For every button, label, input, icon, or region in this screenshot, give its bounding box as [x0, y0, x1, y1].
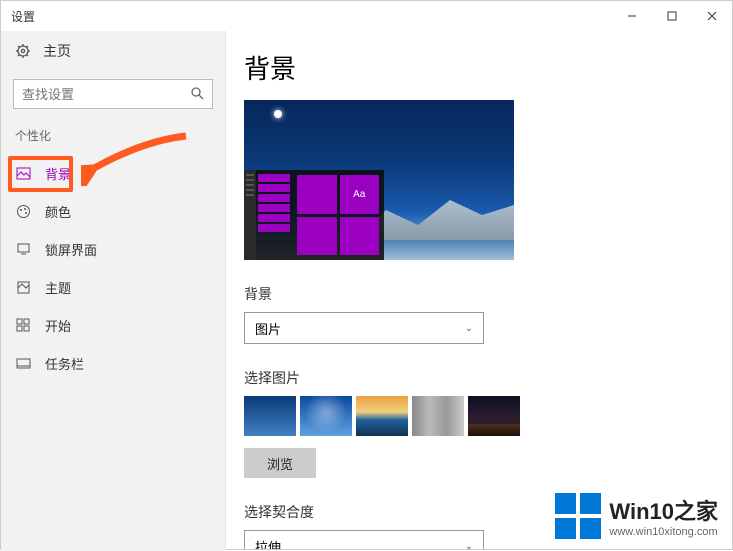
taskbar-icon — [15, 356, 31, 371]
sidebar-item-start[interactable]: 开始 — [1, 306, 225, 344]
picture-icon — [15, 166, 31, 181]
picture-thumb[interactable] — [300, 396, 352, 436]
sidebar-item-label: 锁屏界面 — [45, 240, 97, 259]
window-title: 设置 — [11, 8, 35, 25]
section-label: 个性化 — [1, 127, 225, 154]
fit-value: 拉伸 — [255, 537, 281, 550]
search-input[interactable] — [22, 87, 204, 102]
sidebar-item-background[interactable]: 背景 — [1, 154, 225, 192]
sidebar: 主页 个性化 背景 颜色 锁屏界面 主题 开始 任务栏 — [1, 31, 226, 551]
minimize-icon — [627, 11, 637, 21]
minimize-button[interactable] — [612, 1, 652, 31]
picture-thumb[interactable] — [468, 396, 520, 436]
sidebar-item-colors[interactable]: 颜色 — [1, 192, 225, 230]
sidebar-item-label: 颜色 — [45, 202, 71, 221]
gear-icon — [15, 43, 31, 59]
sidebar-item-label: 任务栏 — [45, 354, 84, 373]
lockscreen-icon — [15, 242, 31, 257]
fit-dropdown[interactable]: 拉伸 ⌄ — [244, 530, 484, 549]
sidebar-item-label: 开始 — [45, 316, 71, 335]
close-icon — [707, 11, 717, 21]
background-preview: Aa — [244, 100, 514, 260]
chevron-down-icon: ⌄ — [465, 541, 473, 550]
bg-type-label: 背景 — [244, 284, 702, 304]
preview-start-panel: Aa — [244, 170, 384, 260]
sidebar-item-themes[interactable]: 主题 — [1, 268, 225, 306]
chevron-down-icon: ⌄ — [465, 323, 473, 334]
start-icon — [15, 318, 31, 332]
watermark-title: Win10之家 — [609, 494, 718, 526]
picture-thumb[interactable] — [244, 396, 296, 436]
theme-icon — [15, 280, 31, 295]
palette-icon — [15, 204, 31, 219]
picture-thumb[interactable] — [412, 396, 464, 436]
watermark: Win10之家 www.win10xitong.com — [555, 493, 718, 539]
bg-type-value: 图片 — [255, 319, 281, 338]
maximize-icon — [667, 11, 677, 21]
window-controls — [612, 1, 732, 31]
watermark-url: www.win10xitong.com — [609, 526, 718, 538]
sidebar-item-label: 主题 — [45, 278, 71, 297]
picture-thumbnails — [244, 396, 702, 436]
picture-thumb[interactable] — [356, 396, 408, 436]
search-box[interactable] — [13, 79, 213, 109]
page-title: 背景 — [244, 49, 702, 86]
choose-picture-label: 选择图片 — [244, 368, 702, 388]
windows-logo-icon — [555, 493, 601, 539]
main-panel: 背景 Aa 背景 图片 ⌄ 选择图片 浏览 选择契合度 拉伸 ⌄ 预览你的更改 — [226, 31, 732, 549]
sidebar-item-label: 背景 — [45, 164, 71, 183]
home-button[interactable]: 主页 — [1, 31, 225, 71]
bg-type-dropdown[interactable]: 图片 ⌄ — [244, 312, 484, 344]
preview-sample-tile: Aa — [340, 175, 380, 214]
preview-moon — [274, 110, 282, 118]
browse-button[interactable]: 浏览 — [244, 448, 316, 478]
home-label: 主页 — [43, 41, 71, 61]
search-icon — [190, 86, 204, 105]
sidebar-item-taskbar[interactable]: 任务栏 — [1, 344, 225, 382]
maximize-button[interactable] — [652, 1, 692, 31]
close-button[interactable] — [692, 1, 732, 31]
sidebar-item-lockscreen[interactable]: 锁屏界面 — [1, 230, 225, 268]
titlebar: 设置 — [1, 1, 732, 31]
